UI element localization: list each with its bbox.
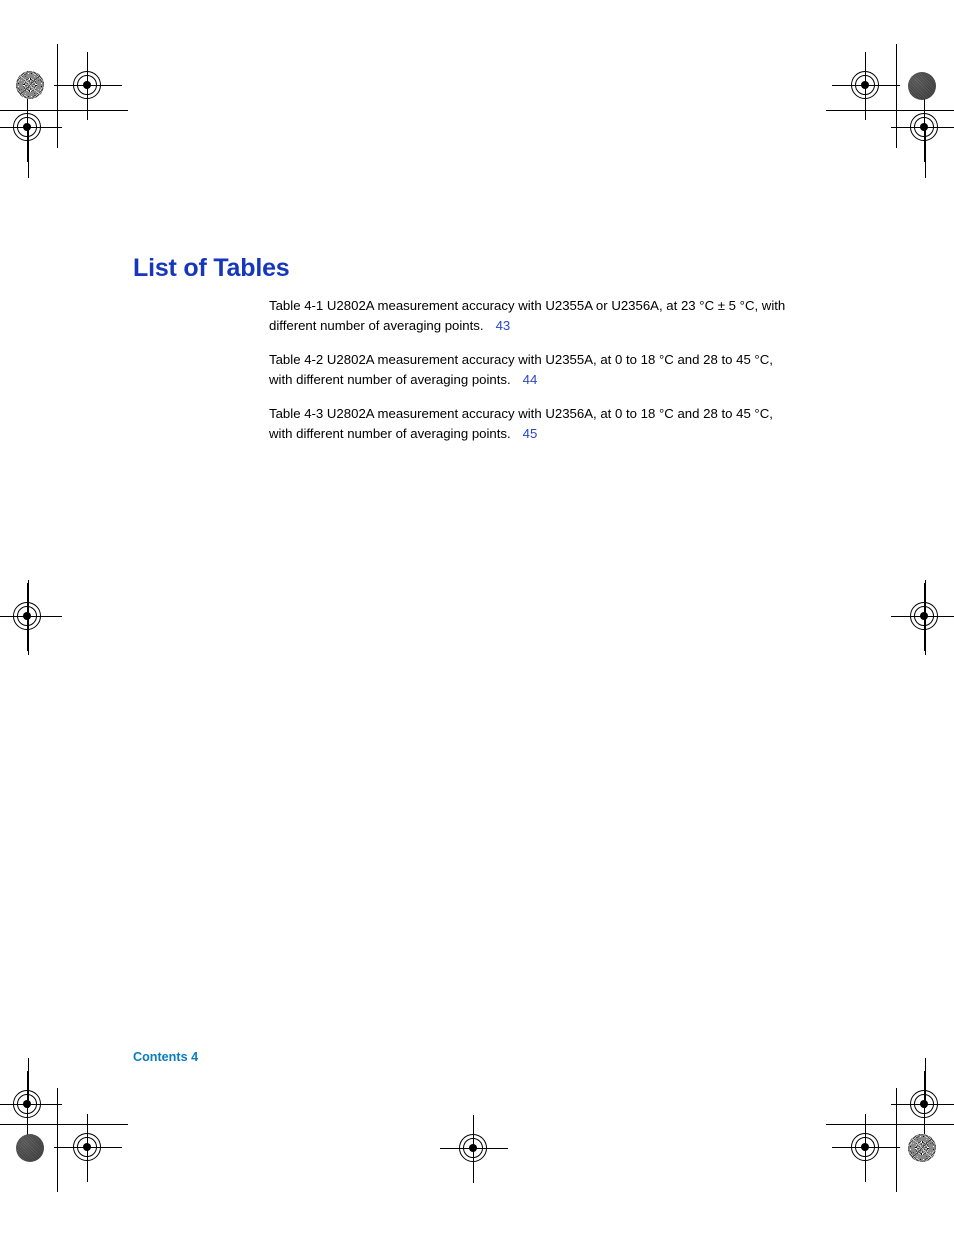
toc-page-number[interactable]: 44 (511, 372, 538, 387)
toc-page-number[interactable]: 43 (484, 318, 511, 333)
toc-page-number[interactable]: 45 (511, 426, 538, 441)
toc-entry-text: Table 4-1 U2802A measurement accuracy wi… (269, 298, 786, 334)
list-item: Table 4-2 U2802A measurement accuracy wi… (269, 350, 799, 391)
list-item: Table 4-1 U2802A measurement accuracy wi… (269, 296, 799, 337)
document-content: List of Tables Table 4-1 U2802A measurem… (0, 0, 954, 1235)
page-footer: Contents 4 (133, 1050, 199, 1064)
document-page: List of Tables Table 4-1 U2802A measurem… (0, 0, 954, 1235)
page-title: List of Tables (133, 253, 290, 282)
list-of-tables: Table 4-1 U2802A measurement accuracy wi… (269, 283, 799, 458)
list-item: Table 4-3 U2802A measurement accuracy wi… (269, 404, 799, 445)
